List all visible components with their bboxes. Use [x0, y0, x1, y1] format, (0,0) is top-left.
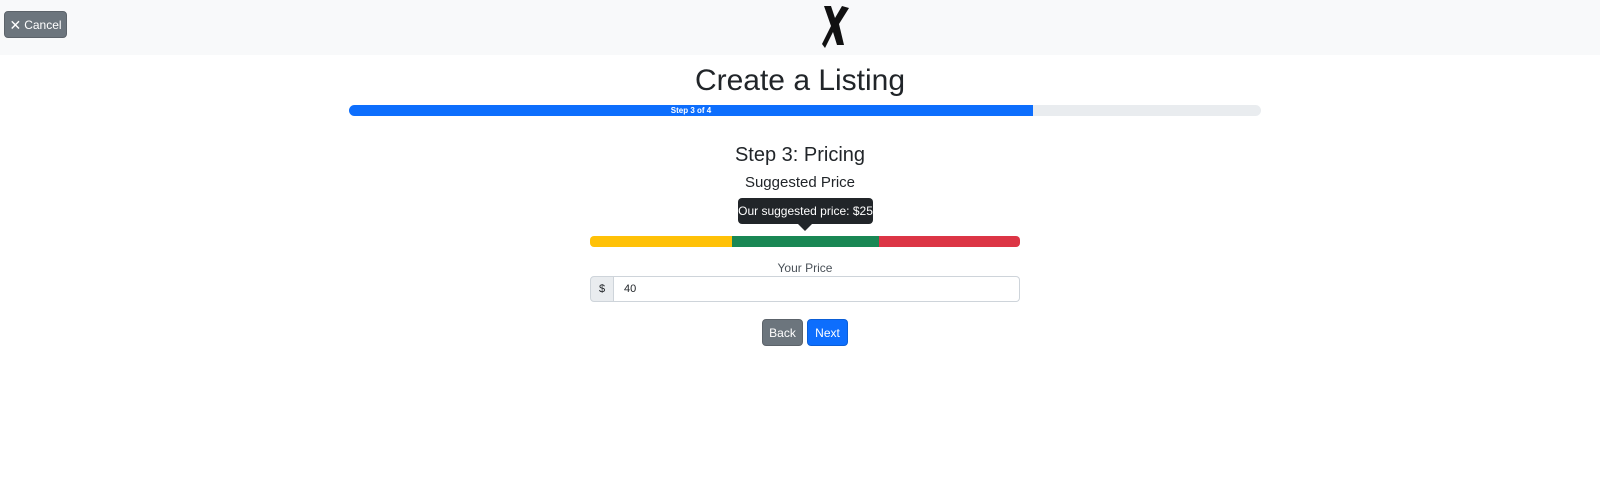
- progress-label: Step 3 of 4: [670, 106, 712, 115]
- next-button[interactable]: Next: [807, 319, 848, 346]
- progress-track: Step 3 of 4: [349, 105, 1261, 116]
- cancel-button-label: Cancel: [24, 17, 62, 32]
- back-button[interactable]: Back: [762, 319, 803, 346]
- price-range-high: [879, 236, 1020, 247]
- price-range-suggested: [732, 236, 879, 247]
- x-logo-icon[interactable]: [820, 4, 850, 48]
- price-input-group: $: [590, 276, 1020, 302]
- page-title: Create a Listing: [694, 64, 906, 97]
- close-icon: ✕: [9, 16, 22, 33]
- suggested-price-tooltip: Our suggested price: $25: [738, 198, 873, 224]
- progress-bar: Step 3 of 4: [349, 105, 1033, 116]
- tooltip-arrow: [798, 224, 812, 231]
- price-input[interactable]: [614, 276, 1020, 302]
- price-range-low: [590, 236, 732, 247]
- step-title: Step 3: Pricing: [734, 144, 866, 166]
- top-bar: ✕ Cancel: [0, 0, 1600, 55]
- cancel-button[interactable]: ✕ Cancel: [4, 11, 67, 38]
- price-range-bar: [590, 236, 1020, 247]
- suggested-price-heading: Suggested Price: [744, 174, 856, 191]
- your-price-label: Your Price: [777, 261, 833, 275]
- currency-prefix: $: [590, 276, 614, 302]
